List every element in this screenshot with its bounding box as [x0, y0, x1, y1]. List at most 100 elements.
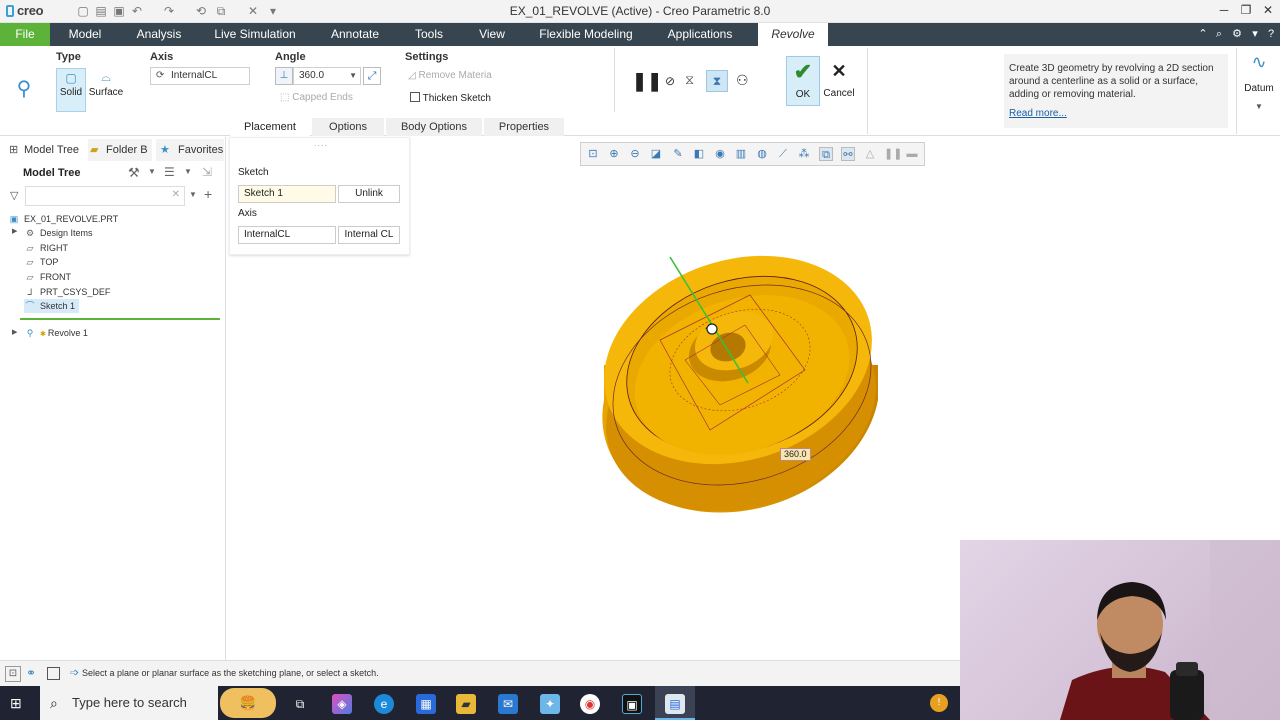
- browser-toggle-icon[interactable]: ⚭: [26, 666, 36, 680]
- tree-item-revolve[interactable]: ⚲ ✱ Revolve 1: [24, 326, 88, 340]
- unlink-button[interactable]: Unlink: [338, 185, 400, 203]
- mail-icon[interactable]: ✉: [498, 694, 518, 714]
- axis-field[interactable]: InternalCL: [238, 226, 336, 244]
- flip-angle-icon[interactable]: ⤢: [363, 67, 381, 85]
- tab-live-simulation[interactable]: Live Simulation: [208, 23, 302, 46]
- settings-icon[interactable]: ⚙: [1230, 27, 1244, 41]
- tab-properties[interactable]: Properties: [484, 118, 564, 136]
- tab-revolve[interactable]: Revolve: [758, 23, 828, 46]
- view-manager-icon[interactable]: ✎: [671, 147, 685, 161]
- stop-icon[interactable]: ▬: [905, 147, 919, 161]
- tab-model-tree[interactable]: ⊞ Model Tree: [6, 139, 84, 161]
- tree-item-sketch[interactable]: ⌒ Sketch 1: [24, 299, 80, 313]
- tab-folder-browser[interactable]: ▰ Folder B: [88, 139, 152, 161]
- display-style-icon[interactable]: ◧: [692, 147, 706, 161]
- store-icon[interactable]: ▦: [416, 694, 436, 714]
- saved-orientations-icon[interactable]: ◉: [713, 147, 727, 161]
- search-icon[interactable]: ⌕: [1212, 27, 1226, 41]
- repaint-icon[interactable]: ◪: [649, 147, 663, 161]
- minimize-icon[interactable]: ─: [1214, 3, 1234, 19]
- help-icon[interactable]: ?: [1264, 27, 1278, 41]
- solid-button[interactable]: ▢ Solid: [56, 68, 86, 112]
- tab-placement[interactable]: Placement: [230, 118, 310, 136]
- tree-item-part[interactable]: ▣ EX_01_REVOLVE.PRT: [8, 212, 118, 226]
- copilot-icon[interactable]: ◈: [332, 694, 352, 714]
- verify-mode-icon[interactable]: ⚇: [736, 72, 749, 89]
- chrome-icon[interactable]: ◉: [580, 694, 600, 714]
- windows-start-icon[interactable]: ⊞: [10, 695, 26, 711]
- notification-icon[interactable]: !: [930, 694, 948, 712]
- axis-collector[interactable]: ⟳ InternalCL: [150, 67, 250, 85]
- appearance-icon[interactable]: △: [863, 147, 877, 161]
- taskbar-search-input[interactable]: ⌕ Type here to search 🍔: [40, 686, 276, 720]
- edge-icon[interactable]: e: [374, 694, 394, 714]
- capped-ends-checkbox[interactable]: ⬚ Capped Ends: [280, 92, 353, 103]
- zoom-in-icon[interactable]: ⊕: [607, 147, 621, 161]
- tab-body-options[interactable]: Body Options: [386, 118, 482, 136]
- tree-item-right[interactable]: ▱ RIGHT: [24, 241, 68, 255]
- tab-model[interactable]: Model: [60, 23, 110, 46]
- minimize-ribbon-icon[interactable]: ⌃: [1196, 27, 1210, 41]
- tab-view[interactable]: View: [470, 23, 514, 46]
- read-more-link[interactable]: Read more...: [1009, 107, 1223, 120]
- geometry-preview-icon[interactable]: ⧗: [706, 70, 728, 92]
- internal-cl-button[interactable]: Internal CL: [338, 226, 400, 244]
- model-display-icon[interactable]: ⚯: [841, 147, 855, 161]
- drag-handle[interactable]: ....: [314, 138, 328, 148]
- no-preview-icon[interactable]: ⊘: [665, 74, 675, 88]
- sketch-collector[interactable]: Sketch 1: [238, 185, 336, 203]
- surface-button[interactable]: ⌓ Surface: [88, 68, 124, 112]
- tree-search-input[interactable]: ✕: [25, 186, 185, 206]
- tree-item-csys[interactable]: ⅃ PRT_CSYS_DEF: [24, 285, 110, 299]
- chevron-down-icon[interactable]: ▼: [184, 167, 192, 176]
- pause-icon[interactable]: ❚❚: [632, 72, 662, 90]
- angle-drag-handle[interactable]: [706, 323, 718, 335]
- active-app-highlight[interactable]: ▤: [655, 686, 695, 720]
- section-icon[interactable]: ◍: [755, 147, 769, 161]
- navigator-toggle-icon[interactable]: ⊡: [5, 666, 21, 682]
- angle-option-icon[interactable]: ⊥: [275, 67, 293, 85]
- tab-favorites[interactable]: ★ Favorites: [156, 139, 224, 161]
- close-icon[interactable]: ✕: [1258, 3, 1278, 19]
- annotation-display-icon[interactable]: ⁂: [797, 147, 811, 161]
- refit-icon[interactable]: ⊡: [586, 147, 600, 161]
- task-view-icon[interactable]: ⧉: [290, 694, 310, 714]
- expand-icon[interactable]: ▶: [12, 328, 17, 336]
- remove-material-button[interactable]: ◿ Remove Materia: [408, 70, 492, 81]
- tab-flexible-modeling[interactable]: Flexible Modeling: [532, 23, 640, 46]
- datum-display-icon[interactable]: ⟋: [776, 147, 790, 161]
- tab-applications[interactable]: Applications: [658, 23, 742, 46]
- clear-icon[interactable]: ✕: [172, 189, 180, 200]
- datum-button[interactable]: ∿ Datum ▼: [1242, 52, 1276, 111]
- angle-input[interactable]: 360.0 ▼: [293, 67, 361, 85]
- full-screen-icon[interactable]: [47, 667, 60, 680]
- tab-tools[interactable]: Tools: [406, 23, 452, 46]
- tree-item-design-items[interactable]: ⚙ Design Items: [24, 226, 93, 240]
- thicken-sketch-checkbox[interactable]: Thicken Sketch: [410, 92, 491, 104]
- model-viewport[interactable]: ✥: [590, 225, 890, 515]
- tree-item-top[interactable]: ▱ TOP: [24, 255, 59, 269]
- tree-columns-icon[interactable]: ☰: [164, 165, 175, 179]
- add-filter-icon[interactable]: +: [204, 186, 212, 202]
- spin-center-icon[interactable]: ⧉: [819, 147, 833, 161]
- pause-regen-icon[interactable]: ❚❚: [884, 147, 902, 161]
- maximize-icon[interactable]: ❐: [1236, 3, 1256, 19]
- zoom-out-icon[interactable]: ⊖: [628, 147, 642, 161]
- chevron-down-icon[interactable]: ▼: [1242, 102, 1276, 111]
- file-explorer-icon[interactable]: ▰: [456, 694, 476, 714]
- tab-options[interactable]: Options: [312, 118, 384, 136]
- expand-icon[interactable]: ▶: [12, 227, 17, 235]
- angle-dimension-tag[interactable]: 360.0: [780, 448, 811, 461]
- cancel-button[interactable]: ✕ Cancel: [822, 56, 856, 106]
- chevron-down-icon[interactable]: ▼: [148, 167, 156, 176]
- tree-settings-icon[interactable]: ⚒: [128, 165, 140, 181]
- tab-analysis[interactable]: Analysis: [128, 23, 190, 46]
- chevron-down-icon[interactable]: ▼: [349, 68, 357, 84]
- dropdown-icon[interactable]: ▾: [1248, 27, 1262, 41]
- ok-button[interactable]: ✔ OK: [786, 56, 820, 106]
- tab-annotate[interactable]: Annotate: [322, 23, 388, 46]
- attached-preview-icon[interactable]: ⧖: [685, 72, 694, 88]
- perspective-icon[interactable]: ▥: [734, 147, 748, 161]
- filter-tree-icon[interactable]: ⇲: [202, 165, 212, 179]
- tree-item-front[interactable]: ▱ FRONT: [24, 270, 71, 284]
